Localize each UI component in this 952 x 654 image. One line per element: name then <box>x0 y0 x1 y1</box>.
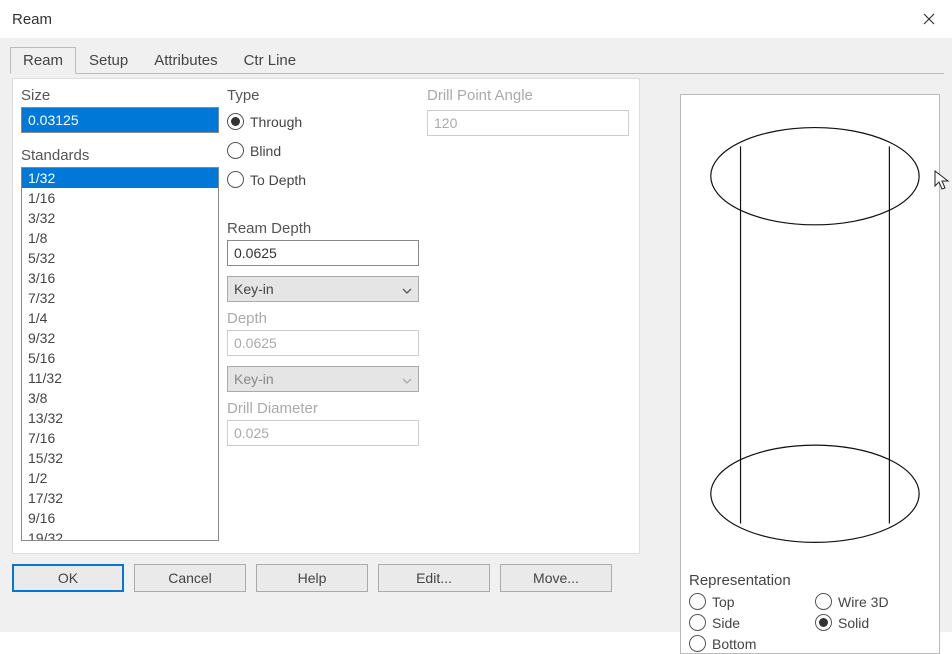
tab-ctrline[interactable]: Ctr Line <box>231 47 310 74</box>
depth-input <box>227 330 419 356</box>
type-option-label: Blind <box>250 143 281 159</box>
rep-wire3d[interactable]: Wire 3D <box>815 591 931 612</box>
radio-icon <box>689 593 706 610</box>
list-item[interactable]: 13/32 <box>22 408 218 428</box>
close-button[interactable] <box>906 0 952 38</box>
ok-button[interactable]: OK <box>12 564 124 592</box>
list-item[interactable]: 1/2 <box>22 468 218 488</box>
depth-label: Depth <box>227 310 419 327</box>
list-item[interactable]: 7/32 <box>22 288 218 308</box>
type-label: Type <box>227 87 419 104</box>
list-item[interactable]: 5/16 <box>22 348 218 368</box>
radio-icon <box>689 614 706 631</box>
drillpointangle-label: Drill Point Angle <box>427 87 629 104</box>
radio-icon <box>815 614 832 631</box>
drillpointangle-input <box>427 110 629 136</box>
rep-option-label: Side <box>712 615 740 631</box>
drilldiameter-input <box>227 420 419 446</box>
cancel-button[interactable]: Cancel <box>134 564 246 592</box>
select-value: Key-in <box>234 281 274 297</box>
rep-solid[interactable]: Solid <box>815 612 931 633</box>
radio-icon <box>227 113 244 130</box>
list-item[interactable]: 3/16 <box>22 268 218 288</box>
type-option-label: Through <box>250 114 302 130</box>
radio-icon <box>815 593 832 610</box>
list-item[interactable]: 5/32 <box>22 248 218 268</box>
rep-option-label: Top <box>712 594 735 610</box>
reamdepth-label: Ream Depth <box>227 220 419 237</box>
list-item[interactable]: 11/32 <box>22 368 218 388</box>
reamdepth-input[interactable] <box>227 240 419 266</box>
list-item[interactable]: 3/32 <box>22 208 218 228</box>
tab-attributes[interactable]: Attributes <box>141 47 230 74</box>
type-blind[interactable]: Blind <box>227 136 419 165</box>
rep-option-label: Bottom <box>712 636 756 652</box>
radio-icon <box>227 142 244 159</box>
list-item[interactable]: 19/32 <box>22 528 218 541</box>
tab-setup[interactable]: Setup <box>76 47 141 74</box>
preview-pane: Representation Top Side Bottom Wire 3D S… <box>680 94 940 654</box>
standards-listbox[interactable]: 1/321/163/321/85/323/167/321/49/325/1611… <box>21 167 219 541</box>
close-icon <box>923 13 935 25</box>
edit-button[interactable]: Edit... <box>378 564 490 592</box>
size-label: Size <box>21 87 219 104</box>
select-value: Key-in <box>234 371 274 387</box>
list-item[interactable]: 1/16 <box>22 188 218 208</box>
radio-icon <box>227 171 244 188</box>
reamdepth-select[interactable]: Key-in <box>227 276 419 302</box>
list-item[interactable]: 3/8 <box>22 388 218 408</box>
rep-option-label: Solid <box>838 615 869 631</box>
list-item[interactable]: 15/32 <box>22 448 218 468</box>
size-input[interactable] <box>21 107 219 133</box>
list-item[interactable]: 7/16 <box>22 428 218 448</box>
type-todepth[interactable]: To Depth <box>227 165 419 194</box>
type-through[interactable]: Through <box>227 107 419 136</box>
tabs: Ream Setup Attributes Ctr Line <box>10 46 944 74</box>
titlebar: Ream <box>0 0 952 38</box>
move-button[interactable]: Move... <box>500 564 612 592</box>
tab-ream[interactable]: Ream <box>10 47 76 74</box>
representation-label: Representation <box>689 572 931 589</box>
list-item[interactable]: 9/32 <box>22 328 218 348</box>
rep-bottom[interactable]: Bottom <box>689 633 805 654</box>
list-item[interactable]: 1/32 <box>22 168 218 188</box>
help-button[interactable]: Help <box>256 564 368 592</box>
dialog-buttons: OK Cancel Help Edit... Move... <box>12 564 640 592</box>
rep-side[interactable]: Side <box>689 612 805 633</box>
chevron-down-icon <box>402 371 412 387</box>
list-item[interactable]: 9/16 <box>22 508 218 528</box>
standards-label: Standards <box>21 147 219 164</box>
rep-option-label: Wire 3D <box>838 594 889 610</box>
type-option-label: To Depth <box>250 172 306 188</box>
window-title: Ream <box>12 11 906 28</box>
list-item[interactable]: 1/4 <box>22 308 218 328</box>
rep-top[interactable]: Top <box>689 591 805 612</box>
radio-icon <box>689 635 706 652</box>
drilldiameter-label: Drill Diameter <box>227 400 419 417</box>
chevron-down-icon <box>402 281 412 297</box>
list-item[interactable]: 1/8 <box>22 228 218 248</box>
cylinder-preview <box>681 95 939 565</box>
list-item[interactable]: 17/32 <box>22 488 218 508</box>
depth-select: Key-in <box>227 366 419 392</box>
